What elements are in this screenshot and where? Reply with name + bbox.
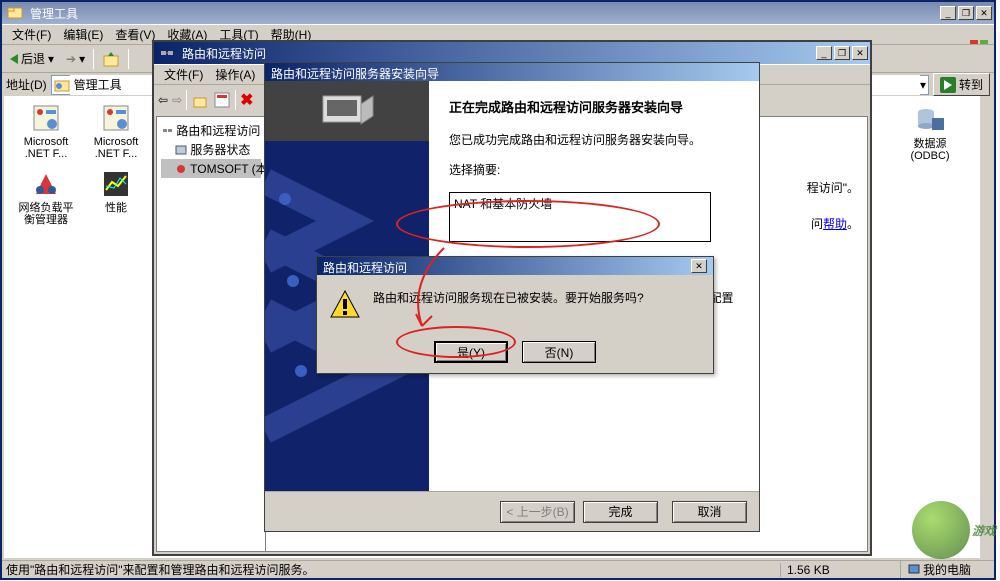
up-button[interactable]	[98, 48, 124, 70]
nav-back-icon[interactable]: ⇦	[158, 93, 168, 107]
menu-file[interactable]: 文件(F)	[158, 64, 209, 85]
icon-nlb[interactable]: 网络负载平衡管理器	[12, 166, 80, 228]
wizard-back-button[interactable]: < 上一步(B)	[500, 501, 575, 523]
rras-tree[interactable]: 路由和远程访问 服务器状态 TOMSOFT (本地	[156, 116, 266, 552]
go-button[interactable]: 转到	[933, 73, 990, 96]
nlb-icon	[30, 168, 62, 200]
icon-label: Microsoft .NET F...	[84, 136, 148, 160]
back-arrow-icon	[10, 54, 18, 64]
back-label: 后退	[21, 50, 45, 67]
tree-root[interactable]: 路由和远程访问	[161, 121, 261, 140]
folder-icon	[54, 77, 70, 93]
close-button[interactable]: ✕	[852, 46, 868, 60]
maximize-button[interactable]: ❐	[834, 46, 850, 60]
wizard-cancel-button[interactable]: 取消	[672, 501, 747, 523]
menu-file[interactable]: 文件(F)	[6, 24, 57, 45]
icon-odbc[interactable]: 数据源 (ODBC)	[896, 102, 964, 164]
icon-perf[interactable]: 性能	[82, 166, 150, 228]
icon-label: 性能	[105, 202, 127, 214]
confirm-dialog: 路由和远程访问 ✕ 路由和远程访问服务现在已被安装。要开始服务吗? 是(Y) 否…	[316, 256, 714, 374]
msgbox-title-text: 路由和远程访问	[323, 259, 691, 273]
summary-item: NAT 和基本防火墙	[454, 197, 552, 211]
go-label: 转到	[959, 76, 983, 93]
icon-netf1[interactable]: Microsoft .NET F...	[12, 100, 80, 162]
address-dropdown[interactable]: ▾	[920, 78, 926, 92]
status-text: 使用"路由和远程访问"来配置和管理路由和远程访问服务。	[6, 561, 780, 578]
nav-fwd-icon[interactable]: ⇨	[172, 93, 182, 107]
yes-button[interactable]: 是(Y)	[434, 341, 508, 363]
wizard-titlebar: 路由和远程访问服务器安装向导	[265, 63, 759, 81]
warning-icon	[329, 289, 361, 321]
folder-icon	[7, 5, 23, 21]
icon-label: Microsoft .NET F...	[14, 136, 78, 160]
wizard-footer: < 上一步(B) 完成 取消	[265, 491, 759, 531]
net-config-icon	[30, 102, 62, 134]
rras-icon	[159, 45, 175, 61]
menu-action[interactable]: 操作(A)	[209, 64, 261, 85]
msgbox-message: 路由和远程访问服务现在已被安装。要开始服务吗?	[373, 289, 644, 321]
tree-status[interactable]: 服务器状态	[161, 140, 261, 159]
properties-icon[interactable]	[213, 91, 231, 109]
wizard-heading: 正在完成路由和远程访问服务器安装向导	[449, 97, 739, 116]
dropdown-icon: ▾	[48, 52, 54, 66]
icon-netf2[interactable]: Microsoft .NET F...	[82, 100, 150, 162]
server-banner-icon	[317, 88, 377, 134]
globe-icon	[912, 501, 970, 559]
no-button[interactable]: 否(N)	[522, 341, 596, 363]
rras-title: 路由和远程访问	[178, 45, 816, 62]
watermark-text: 游戏	[972, 522, 996, 539]
address-label: 地址(D)	[6, 76, 47, 93]
main-titlebar: 管理工具 _ ❐ ✕	[2, 2, 994, 24]
status-size: 1.56 KB	[780, 563, 900, 577]
msgbox-titlebar: 路由和远程访问 ✕	[317, 257, 713, 275]
performance-icon	[100, 168, 132, 200]
close-button[interactable]: ✕	[976, 6, 992, 20]
icon-label: 数据源 (ODBC)	[898, 138, 962, 162]
maximize-button[interactable]: ❐	[958, 6, 974, 20]
menu-edit[interactable]: 编辑(E)	[57, 24, 109, 45]
statusbar: 使用"路由和远程访问"来配置和管理路由和远程访问服务。 1.56 KB 我的电脑	[2, 560, 994, 578]
go-arrow-icon	[944, 80, 952, 90]
minimize-button[interactable]: _	[940, 6, 956, 20]
rras-titlebar: 路由和远程访问 _ ❐ ✕	[154, 42, 870, 64]
status-location: 我的电脑	[900, 561, 990, 578]
site-watermark: 游戏	[912, 501, 996, 559]
folder-up-icon	[102, 50, 120, 68]
computer-icon	[907, 563, 921, 577]
wizard-line1: 您已成功完成路由和远程访问服务器安装向导。	[449, 132, 739, 148]
stop-icon[interactable]: ✖	[240, 90, 253, 110]
up-level-icon[interactable]	[191, 91, 209, 109]
tree-server[interactable]: TOMSOFT (本地	[161, 159, 261, 178]
wizard-summary-list[interactable]: NAT 和基本防火墙	[449, 192, 711, 242]
minimize-button[interactable]: _	[816, 46, 832, 60]
net-config-icon	[100, 102, 132, 134]
help-link[interactable]: 帮助	[823, 217, 847, 231]
icon-label: 网络负载平衡管理器	[14, 202, 78, 226]
main-title: 管理工具	[26, 5, 940, 22]
wizard-finish-button[interactable]: 完成	[583, 501, 658, 523]
odbc-icon	[914, 104, 946, 136]
wizard-summary-label: 选择摘要:	[449, 162, 739, 178]
msgbox-close-button[interactable]: ✕	[691, 259, 707, 273]
forward-button[interactable]: ➔▾	[62, 50, 89, 68]
back-button[interactable]: 后退 ▾	[6, 48, 58, 69]
